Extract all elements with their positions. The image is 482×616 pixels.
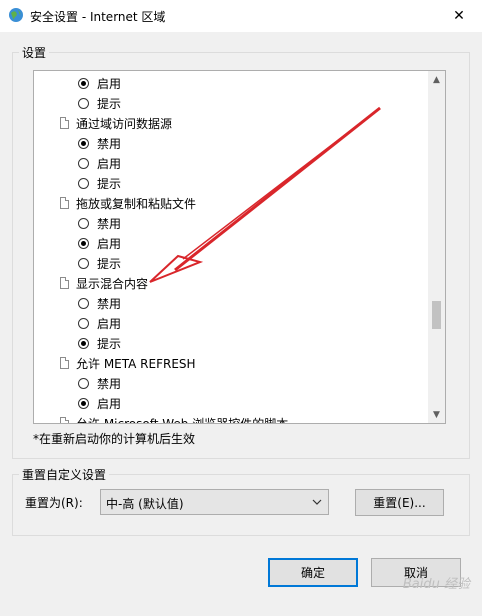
- radio-option[interactable]: 启用: [78, 233, 121, 253]
- row-label: 启用: [97, 236, 122, 251]
- radio-empty-icon[interactable]: [78, 317, 89, 329]
- ok-button[interactable]: 确定: [268, 558, 358, 587]
- row-label: 允许 META REFRESH: [76, 356, 196, 371]
- document-icon: [60, 277, 69, 289]
- radio-option[interactable]: 提示: [78, 93, 121, 113]
- row-label: 允许 Microsoft Web 浏览器控件的脚本: [76, 416, 289, 424]
- document-icon: [60, 197, 69, 209]
- setting-item: 通过域访问数据源: [60, 113, 172, 133]
- radio-selected-icon[interactable]: [78, 77, 89, 89]
- reset-group-label: 重置自定义设置: [19, 466, 110, 483]
- radio-selected-icon[interactable]: [78, 137, 89, 149]
- radio-empty-icon[interactable]: [78, 177, 89, 189]
- radio-empty-icon[interactable]: [78, 97, 89, 109]
- row-label: 提示: [97, 96, 122, 111]
- row-label: 通过域访问数据源: [76, 116, 173, 131]
- radio-option[interactable]: 禁用: [78, 293, 121, 313]
- radio-selected-icon[interactable]: [78, 237, 89, 249]
- close-button[interactable]: ✕: [436, 0, 482, 32]
- row-label: 禁用: [97, 136, 122, 151]
- radio-option[interactable]: 启用: [78, 393, 121, 413]
- setting-item: 显示混合内容: [60, 273, 148, 293]
- radio-option[interactable]: 禁用: [78, 373, 121, 393]
- row-label: 提示: [97, 256, 122, 271]
- row-label: 提示: [97, 176, 122, 191]
- row-label: 启用: [97, 156, 122, 171]
- row-label: 启用: [97, 76, 122, 91]
- settings-group-label: 设置: [19, 44, 50, 61]
- internet-zone-icon: [9, 8, 23, 22]
- scroll-down-arrow-icon[interactable]: ▼: [428, 406, 445, 423]
- scroll-thumb[interactable]: [432, 301, 441, 329]
- radio-empty-icon[interactable]: [78, 377, 89, 389]
- document-icon: [60, 117, 69, 129]
- radio-selected-icon[interactable]: [78, 337, 89, 349]
- scroll-up-arrow-icon[interactable]: ▲: [428, 71, 445, 88]
- radio-empty-icon[interactable]: [78, 297, 89, 309]
- close-icon: ✕: [453, 8, 465, 24]
- row-label: 禁用: [97, 216, 122, 231]
- vertical-scrollbar[interactable]: ▲ ▼: [428, 71, 445, 423]
- row-label: 启用: [97, 316, 122, 331]
- restart-note: *在重新启动你的计算机后生效: [33, 432, 196, 446]
- radio-option[interactable]: 提示: [78, 253, 121, 273]
- reset-button[interactable]: 重置(E)...: [355, 489, 444, 516]
- radio-empty-icon[interactable]: [78, 217, 89, 229]
- setting-item: 拖放或复制和粘贴文件: [60, 193, 196, 213]
- reset-to-label: 重置为(R):: [25, 496, 83, 510]
- ok-button-label: 确定: [300, 566, 325, 580]
- watermark: Baidu 经验: [402, 577, 470, 592]
- radio-option[interactable]: 提示: [78, 173, 121, 193]
- window-title: 安全设置 - Internet 区域: [30, 10, 166, 24]
- row-label: 显示混合内容: [76, 276, 149, 291]
- settings-list[interactable]: 启用 提示 通过域访问数据源 禁用 启用 提示 拖放或复制和粘贴文件 禁用 启用 提示 显示混合内容…: [33, 70, 446, 424]
- radio-option[interactable]: 禁用: [78, 213, 121, 233]
- reset-button-label: 重置(E)...: [373, 496, 426, 510]
- radio-option[interactable]: 启用: [78, 73, 121, 93]
- setting-item: 允许 META REFRESH: [60, 353, 196, 373]
- radio-selected-icon[interactable]: [78, 397, 89, 409]
- row-label: 拖放或复制和粘贴文件: [76, 196, 197, 211]
- document-icon: [60, 357, 69, 369]
- radio-option[interactable]: 启用: [78, 313, 121, 333]
- document-icon: [60, 417, 69, 423]
- row-label: 提示: [97, 336, 122, 351]
- row-label: 禁用: [97, 376, 122, 391]
- radio-empty-icon[interactable]: [78, 257, 89, 269]
- radio-empty-icon[interactable]: [78, 157, 89, 169]
- radio-option[interactable]: 禁用: [78, 133, 121, 153]
- setting-item: 允许 Microsoft Web 浏览器控件的脚本: [60, 413, 289, 424]
- row-label: 启用: [97, 396, 122, 411]
- radio-option[interactable]: 启用: [78, 153, 121, 173]
- security-level-dropdown[interactable]: 中-高 (默认值): [100, 489, 329, 515]
- title-bar: 安全设置 - Internet 区域 ✕: [0, 0, 482, 32]
- radio-option[interactable]: 提示: [78, 333, 121, 353]
- chevron-down-icon: [312, 499, 322, 505]
- security-level-value: 中-高 (默认值): [106, 497, 184, 511]
- row-label: 禁用: [97, 296, 122, 311]
